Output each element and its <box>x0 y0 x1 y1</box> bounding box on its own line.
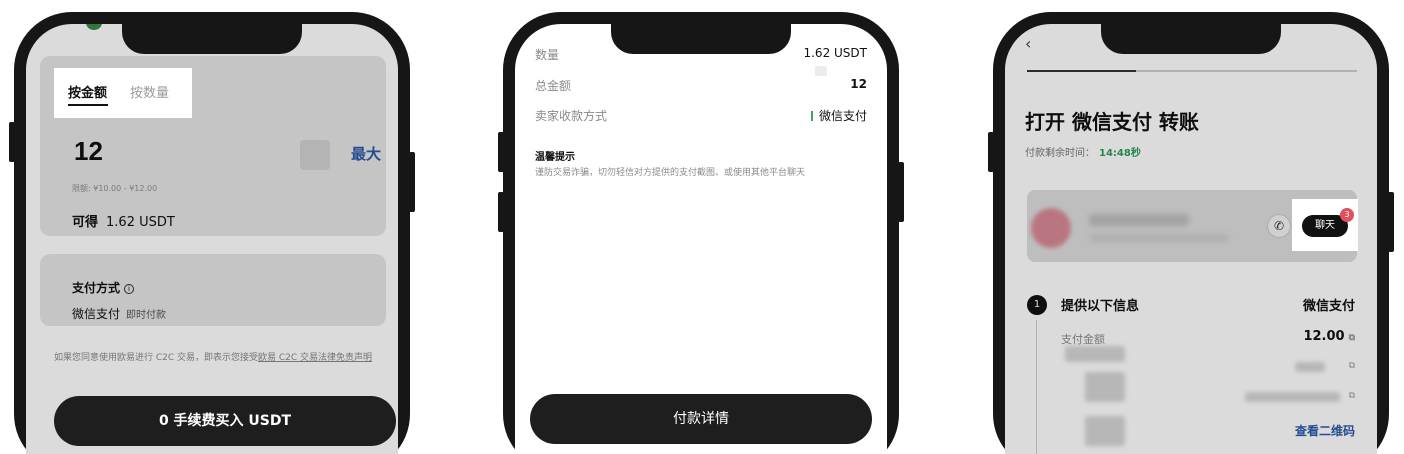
payment-section-label: 支付方式 <box>72 281 121 295</box>
side-button <box>498 192 504 232</box>
step-progress-fill <box>1027 70 1136 72</box>
countdown-label: 付款剩余时间： <box>1025 148 1095 159</box>
step-method: 微信支付 <box>1302 299 1355 314</box>
tab-by-amount[interactable]: 按金额 <box>68 82 107 101</box>
payment-speed: 即时付款 <box>126 310 167 321</box>
copy-icon[interactable]: ⧉ <box>1349 333 1355 343</box>
total-row: 总金额 12 <box>535 77 867 94</box>
redacted-area <box>1065 346 1125 362</box>
countdown-value: 14:48秒 <box>1099 148 1141 159</box>
active-tab-underline <box>68 104 108 106</box>
pay-amount-row: 12.00 ⧉ <box>1303 329 1355 344</box>
method-indicator <box>810 111 813 121</box>
quantity-label: 数量 <box>535 48 560 62</box>
step-progress-bar <box>1027 70 1357 72</box>
notch <box>122 24 302 54</box>
payment-section-title: 支付方式 i <box>72 279 135 296</box>
countdown-row: 付款剩余时间： 14:48秒 <box>1025 144 1141 159</box>
buy-usdt-button[interactable]: 0 手续费买入 USDT <box>54 396 396 446</box>
tips-title: 温馨提示 <box>535 152 575 163</box>
receive-row: 可得 1.62 USDT <box>72 211 175 230</box>
pay-amount-label: 支付金额 <box>1061 333 1105 346</box>
side-button <box>409 152 415 212</box>
page-title: 打开 微信支付 转账 <box>1025 110 1199 134</box>
notch <box>611 24 791 54</box>
avatar <box>1031 208 1071 248</box>
agreement-prefix: 如果您同意使用欧易进行 C2C 交易，即表示您接受 <box>54 353 259 363</box>
redacted-area <box>1245 392 1340 402</box>
phone-icon[interactable]: ✆ <box>1267 214 1291 238</box>
disclaimer-link[interactable]: 欧易 C2C 交易法律免责声明 <box>258 353 372 363</box>
chevron-left-icon[interactable]: ‹ <box>1025 34 1031 53</box>
seller-method-value: 微信支付 <box>818 109 867 123</box>
step-title: 提供以下信息 <box>1061 299 1140 314</box>
redacted-area <box>1085 416 1125 446</box>
redacted-area <box>1085 372 1125 402</box>
order-screen: 数量 1.62 USDT 总金额 12 卖家收款方式 微信支付 温馨提示 谨防交… <box>515 24 887 454</box>
currency-icon <box>300 140 330 170</box>
unread-badge: 3 <box>1340 208 1354 222</box>
seller-method-value-wrap: 微信支付 <box>810 107 867 124</box>
phone-frame-order: 数量 1.62 USDT 总金额 12 卖家收款方式 微信支付 温馨提示 谨防交… <box>498 12 904 454</box>
total-value: 12 <box>850 77 867 91</box>
side-button <box>1388 192 1394 252</box>
amount-mode-tabs: 按金额 按数量 <box>54 68 192 118</box>
payment-method-row[interactable]: 微信支付 即时付款 <box>72 305 166 322</box>
pay-amount-value: 12.00 <box>1303 329 1345 344</box>
payment-details-button[interactable]: 付款详情 <box>530 394 872 444</box>
agreement-text: 如果您同意使用欧易进行 C2C 交易，即表示您接受欧易 C2C 交易法律免责声明 <box>54 351 398 366</box>
notch <box>1101 24 1281 54</box>
max-button[interactable]: 最大 <box>351 143 381 164</box>
step-number: 1 <box>1027 295 1047 315</box>
side-button <box>898 162 904 222</box>
side-button <box>498 132 504 172</box>
limit-text: 限额: ¥10.00 - ¥12.00 <box>72 184 158 193</box>
info-icon[interactable]: i <box>124 284 135 294</box>
status-icon <box>86 24 102 30</box>
tab-by-quantity[interactable]: 按数量 <box>130 82 169 101</box>
redacted-area <box>815 66 827 76</box>
quantity-value: 1.62 USDT <box>803 46 867 60</box>
tips-body: 谨防交易诈骗，切勿轻信对方提供的支付截图、或使用其他平台聊天 <box>535 168 806 178</box>
receive-value: 1.62 USDT <box>106 215 175 230</box>
seller-info-blurred <box>1089 234 1229 242</box>
seller-method-row: 卖家收款方式 微信支付 <box>535 107 867 124</box>
buy-screen: 按金额 按数量 12 最大 限额: ¥10.00 - ¥12.00 可得 1.62… <box>26 24 398 454</box>
amount-input[interactable]: 12 <box>74 136 103 167</box>
phone-frame-buy: 按金额 按数量 12 最大 限额: ¥10.00 - ¥12.00 可得 1.62… <box>9 12 415 454</box>
total-label: 总金额 <box>535 79 572 93</box>
copy-icon[interactable]: ⧉ <box>1349 361 1355 371</box>
side-button <box>9 122 15 162</box>
phone-frame-transfer: ‹ 打开 微信支付 转账 付款剩余时间： 14:48秒 ✆ 1 提供以下信息 微信… <box>988 12 1394 454</box>
chat-highlight: 聊天 3 <box>1292 199 1358 251</box>
seller-name-blurred <box>1089 214 1189 226</box>
receive-label: 可得 <box>72 215 99 230</box>
seller-method-label: 卖家收款方式 <box>535 109 608 123</box>
side-button <box>988 132 994 172</box>
step-connector <box>1036 320 1037 454</box>
copy-icon[interactable]: ⧉ <box>1349 391 1355 401</box>
redacted-area <box>1295 362 1325 372</box>
transfer-screen: ‹ 打开 微信支付 转账 付款剩余时间： 14:48秒 ✆ 1 提供以下信息 微信… <box>1005 24 1377 454</box>
view-qr-link[interactable]: 查看二维码 <box>1295 422 1355 439</box>
payment-method-name: 微信支付 <box>72 307 121 321</box>
